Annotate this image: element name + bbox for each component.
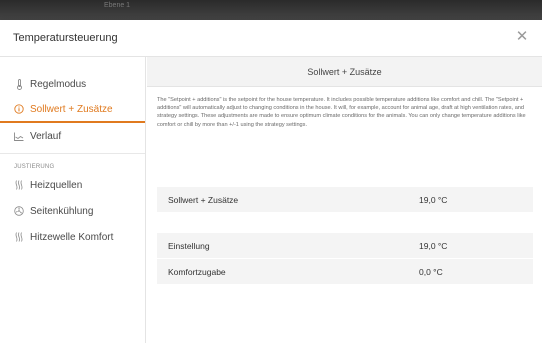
fan-icon: [14, 205, 24, 217]
heat-waves-icon: [14, 179, 24, 191]
sidebar-item-regelmodus[interactable]: Regelmodus: [0, 71, 145, 97]
background-tab-hint: Ebene 1: [104, 2, 131, 9]
description-text: The "Setpoint + additions" is the setpoi…: [157, 97, 526, 128]
details-row-komfortzugabe: Komfortzugabe 0,0 °C: [157, 259, 533, 285]
row-label: Einstellung: [168, 240, 210, 251]
sidebar-divider: [0, 153, 145, 154]
row-value: 0,0 °C: [419, 266, 443, 277]
row-value: 19,0 °C: [419, 240, 448, 251]
row-value: 19,0 °C: [419, 194, 448, 205]
sidebar-item-sollwert[interactable]: Sollwert + Zusätze: [0, 97, 145, 123]
sidebar-item-heizquellen[interactable]: Heizquellen: [0, 172, 145, 198]
row-label: Komfortzugabe: [168, 266, 226, 277]
heat-waves-icon: [14, 231, 24, 243]
sidebar-item-label: Regelmodus: [30, 78, 87, 90]
thermometer-icon: [14, 78, 24, 90]
summary-row: Sollwert + Zusätze 19,0 °C: [157, 187, 533, 213]
dialog-header: Temperatursteuerung ✕: [0, 20, 542, 57]
sidebar-item-hitzewelle-komfort[interactable]: Hitzewelle Komfort: [0, 224, 145, 250]
line-chart-icon: [14, 130, 24, 142]
row-label: Sollwert + Zusätze: [168, 194, 239, 205]
close-icon[interactable]: ✕: [514, 29, 530, 45]
details-card: Einstellung 19,0 °C Komfortzugabe 0,0 °C: [157, 233, 533, 285]
main-panel: Sollwert + Zusätze The "Setpoint + addit…: [147, 57, 542, 343]
sidebar-item-label: Hitzewelle Komfort: [30, 231, 114, 243]
sidebar-item-label: Seitenkühlung: [30, 205, 94, 217]
details-row-einstellung: Einstellung 19,0 °C: [157, 233, 533, 259]
main-header: Sollwert + Zusätze: [147, 57, 542, 87]
sidebar-item-label: Heizquellen: [30, 179, 83, 191]
info-circle-icon: [14, 103, 24, 115]
section-label-justierung: JUSTIERUNG: [14, 164, 55, 170]
background-app-bar: Ebene 1: [0, 0, 542, 20]
dialog-title: Temperatursteuerung: [13, 32, 118, 44]
sidebar-item-seitenkuehlung[interactable]: Seitenkühlung: [0, 198, 145, 224]
sidebar: Regelmodus Sollwert + Zusätze Verlauf JU…: [0, 57, 146, 343]
sidebar-item-verlauf[interactable]: Verlauf: [0, 123, 145, 149]
sidebar-item-label: Sollwert + Zusätze: [30, 103, 113, 115]
summary-card: Sollwert + Zusätze 19,0 °C: [157, 187, 533, 213]
temperature-control-dialog: Temperatursteuerung ✕ Regelmodus Sollwer…: [0, 20, 542, 343]
sidebar-item-label: Verlauf: [30, 130, 62, 142]
